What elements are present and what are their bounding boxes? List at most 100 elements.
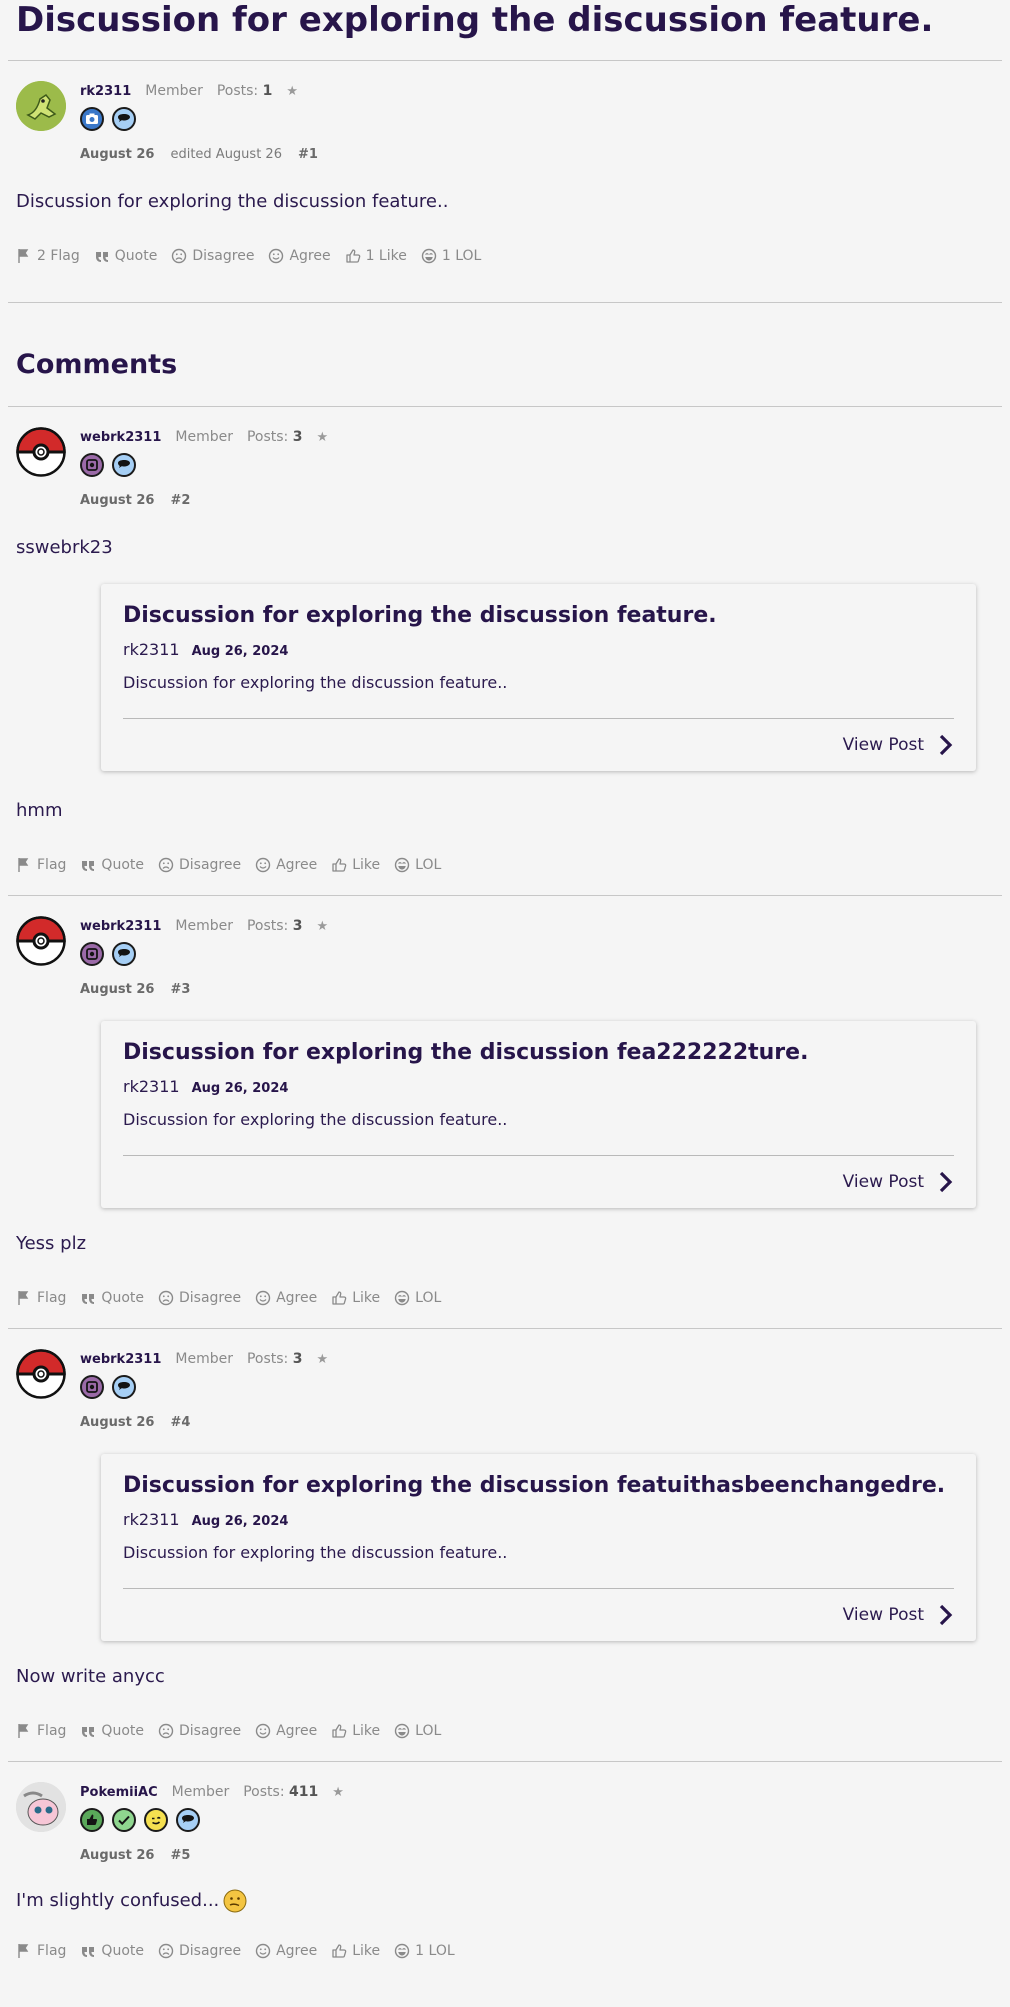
agree-button[interactable]: Agree bbox=[255, 857, 317, 873]
chat-badge-icon[interactable] bbox=[112, 453, 136, 477]
disagree-button[interactable]: Disagree bbox=[171, 248, 254, 264]
username[interactable]: webrk2311 bbox=[80, 430, 161, 445]
embed-body: Discussion for exploring the discussion … bbox=[123, 1543, 508, 1562]
post-date[interactable]: August 26 bbox=[80, 1415, 154, 1430]
flag-label: Flag bbox=[37, 857, 67, 873]
camera-badge-icon[interactable] bbox=[80, 107, 104, 131]
username[interactable]: rk2311 bbox=[80, 84, 131, 99]
laugh-face-icon bbox=[394, 1723, 410, 1739]
posts-label: Posts: bbox=[246, 918, 289, 934]
post-number[interactable]: #3 bbox=[170, 982, 190, 997]
flag-button[interactable]: 2 Flag bbox=[16, 248, 80, 264]
laugh-face-icon bbox=[421, 248, 437, 264]
flag-icon bbox=[18, 248, 28, 264]
lol-label: LOL bbox=[415, 857, 442, 873]
post-number[interactable]: #2 bbox=[170, 493, 190, 508]
embed-title[interactable]: Discussion for exploring the discussion … bbox=[123, 1472, 954, 1500]
agree-button[interactable]: Agree bbox=[268, 248, 331, 264]
embed-title[interactable]: Discussion for exploring the discussion … bbox=[123, 602, 954, 630]
like-button[interactable]: Like bbox=[331, 1943, 380, 1959]
user-role: Member bbox=[175, 1351, 233, 1367]
confused-emoji-icon bbox=[223, 1889, 247, 1913]
disagree-button[interactable]: Disagree bbox=[158, 857, 241, 873]
comment-text-row: I'm slightly confused... bbox=[16, 1889, 994, 1913]
flag-button[interactable]: Flag bbox=[16, 1723, 66, 1739]
post-number[interactable]: #4 bbox=[170, 1415, 190, 1430]
avatar[interactable] bbox=[16, 1782, 66, 1832]
quote-button[interactable]: Quote bbox=[80, 1943, 144, 1959]
photo-badge-icon[interactable] bbox=[80, 1375, 104, 1399]
post-date[interactable]: August 26 bbox=[80, 1848, 154, 1863]
lol-button[interactable]: LOL bbox=[394, 1723, 441, 1739]
like-button[interactable]: Like bbox=[331, 1723, 380, 1739]
reaction-bar: Flag Quote Disagree Agree Like 1 LOL bbox=[16, 1939, 994, 1963]
like-button[interactable]: 1 Like bbox=[345, 248, 407, 264]
username[interactable]: webrk2311 bbox=[80, 919, 161, 934]
view-post-link[interactable]: View Post bbox=[123, 1603, 954, 1627]
post-date[interactable]: August 26 bbox=[80, 147, 154, 162]
comment: webrk2311 Member Posts: 3 ★ August 26 #2… bbox=[8, 407, 1002, 877]
post-date[interactable]: August 26 bbox=[80, 493, 154, 508]
photo-badge-icon[interactable] bbox=[80, 942, 104, 966]
agree-button[interactable]: Agree bbox=[255, 1290, 317, 1306]
thumbs-up-icon bbox=[332, 1724, 347, 1738]
disagree-button[interactable]: Disagree bbox=[158, 1290, 241, 1306]
agree-button[interactable]: Agree bbox=[255, 1723, 317, 1739]
embed-date: Aug 26, 2024 bbox=[191, 1514, 289, 1529]
flag-label: 2 Flag bbox=[37, 248, 80, 264]
avatar[interactable] bbox=[16, 81, 66, 131]
star-icon: ★ bbox=[332, 1784, 344, 1800]
quote-button[interactable]: Quote bbox=[80, 1723, 144, 1739]
view-post-label: View Post bbox=[842, 735, 924, 755]
embedded-post[interactable]: Discussion for exploring the discussion … bbox=[101, 584, 976, 771]
chat-badge-icon[interactable] bbox=[112, 942, 136, 966]
agree-label: Agree bbox=[276, 1290, 318, 1306]
wink-badge-icon[interactable] bbox=[144, 1808, 168, 1832]
like-button[interactable]: Like bbox=[331, 857, 380, 873]
check-badge-icon[interactable] bbox=[112, 1808, 136, 1832]
lol-button[interactable]: LOL bbox=[394, 1290, 441, 1306]
lol-button[interactable]: 1 LOL bbox=[394, 1943, 455, 1959]
username[interactable]: PokemiiAC bbox=[80, 1785, 158, 1800]
lol-button[interactable]: 1 LOL bbox=[421, 248, 481, 264]
smile-face-icon bbox=[255, 1290, 271, 1306]
embed-title[interactable]: Discussion for exploring the discussion … bbox=[123, 1039, 954, 1067]
post-number[interactable]: #5 bbox=[170, 1848, 190, 1863]
pokemon-avatar-icon bbox=[16, 1782, 66, 1832]
post-number[interactable]: #1 bbox=[298, 147, 318, 162]
post-date[interactable]: August 26 bbox=[80, 982, 154, 997]
lol-label: LOL bbox=[415, 1723, 442, 1739]
flag-button[interactable]: Flag bbox=[16, 1943, 66, 1959]
reaction-bar: 2 Flag Quote Disagree Agree 1 Like 1 LOL bbox=[16, 244, 994, 268]
chat-badge-icon[interactable] bbox=[176, 1808, 200, 1832]
chat-badge-icon[interactable] bbox=[112, 1375, 136, 1399]
agree-button[interactable]: Agree bbox=[255, 1943, 317, 1959]
photo-badge-icon[interactable] bbox=[80, 453, 104, 477]
chevron-right-icon bbox=[939, 734, 952, 756]
lol-button[interactable]: LOL bbox=[394, 857, 441, 873]
avatar[interactable] bbox=[16, 1349, 66, 1399]
comment: PokemiiAC Member Posts: 411 ★ August 26 … bbox=[8, 1762, 1002, 1963]
username[interactable]: webrk2311 bbox=[80, 1352, 161, 1367]
view-post-link[interactable]: View Post bbox=[123, 1170, 954, 1194]
disagree-label: Disagree bbox=[178, 1723, 242, 1739]
quote-button[interactable]: Quote bbox=[80, 1290, 144, 1306]
flag-button[interactable]: Flag bbox=[16, 1290, 66, 1306]
like-button[interactable]: Like bbox=[331, 1290, 380, 1306]
flag-button[interactable]: Flag bbox=[16, 857, 66, 873]
thumbs-up-badge-icon[interactable] bbox=[80, 1808, 104, 1832]
user-role: Member bbox=[175, 429, 233, 445]
like-label: Like bbox=[352, 857, 381, 873]
embed-author: rk2311 bbox=[123, 640, 180, 659]
chat-badge-icon[interactable] bbox=[112, 107, 136, 131]
disagree-button[interactable]: Disagree bbox=[158, 1723, 241, 1739]
embedded-post[interactable]: Discussion for exploring the discussion … bbox=[101, 1454, 976, 1641]
embedded-post[interactable]: Discussion for exploring the discussion … bbox=[101, 1021, 976, 1208]
avatar[interactable] bbox=[16, 916, 66, 966]
quote-button[interactable]: Quote bbox=[80, 857, 144, 873]
view-post-link[interactable]: View Post bbox=[123, 733, 954, 757]
quote-button[interactable]: Quote bbox=[94, 248, 157, 264]
disagree-button[interactable]: Disagree bbox=[158, 1943, 241, 1959]
comment: webrk2311 Member Posts: 3 ★ August 26 #3… bbox=[8, 896, 1002, 1310]
avatar[interactable] bbox=[16, 427, 66, 477]
